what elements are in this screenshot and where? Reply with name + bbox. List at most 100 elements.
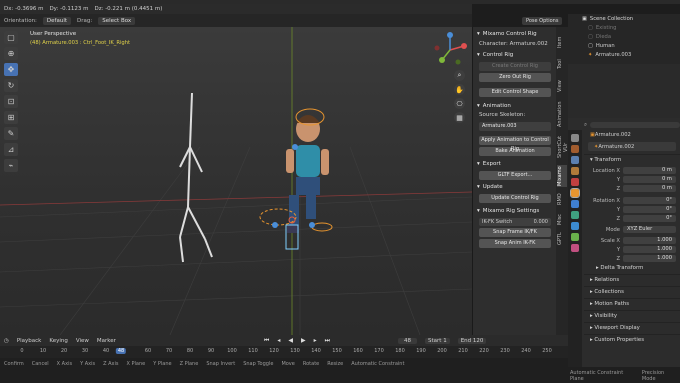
menu-playback[interactable]: Playback (17, 338, 42, 344)
scale-icon[interactable]: ⊡ (4, 95, 18, 108)
tab-mixamo[interactable]: Mixamo (557, 165, 567, 187)
create-control-rig-button[interactable]: Create Control Rig (479, 62, 551, 71)
scene-collection-row[interactable]: ▣ Scene Collection (568, 14, 680, 23)
zoom-icon[interactable]: ⌕ (454, 70, 465, 81)
rotation-y[interactable]: 0° (623, 206, 676, 213)
custom-properties-section[interactable]: ▸ Custom Properties (584, 334, 680, 346)
update-control-rig-button[interactable]: Update Control Rig (479, 194, 551, 203)
rotation-x-row[interactable]: Rotation X 0° (584, 196, 680, 205)
tab-view[interactable]: View (557, 77, 567, 95)
properties-search-field[interactable] (590, 122, 680, 128)
bone-tab-icon[interactable] (571, 244, 579, 252)
bake-animation-button[interactable]: Bake Animation (479, 147, 551, 156)
tab-gptl[interactable]: GPTL (557, 231, 567, 247)
delta-transform-section[interactable]: ▸ Delta Transform (584, 263, 680, 274)
control-rig-section[interactable]: ▾ Control Rig (473, 50, 557, 60)
location-z-row[interactable]: Z0 m (584, 184, 680, 193)
armature-skeleton[interactable] (179, 92, 213, 263)
rotation-mode-dropdown[interactable]: XYZ Euler (623, 226, 676, 233)
camera-icon[interactable]: ⎔ (454, 98, 465, 109)
select-icon[interactable]: ▢ (4, 31, 18, 44)
panel-title[interactable]: ▾ Mixamo Control Rig (473, 29, 557, 39)
end-frame-field[interactable]: End 120 (457, 337, 487, 344)
jump-end-icon[interactable]: ⏭ (325, 337, 330, 345)
pan-hand-icon[interactable]: ✋ (454, 84, 465, 95)
start-frame-field[interactable]: Start 1 (425, 337, 450, 344)
rotation-z-row[interactable]: Z 0° (584, 214, 680, 223)
source-skeleton-field[interactable]: Armature.003 (479, 122, 551, 131)
data-name-field[interactable]: ✦ Armature.002 (588, 142, 676, 151)
search-icon[interactable]: ⌕ (584, 122, 587, 129)
modifier-tab-icon[interactable] (571, 200, 579, 208)
gltf-export-button[interactable]: GLTF Export... (479, 171, 551, 180)
collections-section[interactable]: ▸ Collections (584, 286, 680, 298)
edit-control-shape-button[interactable]: Edit Control Shape (479, 88, 551, 97)
timeline-ruler[interactable]: 0 10 20 30 40 48 60 70 80 90 100 110 120… (0, 346, 568, 358)
scale-x-row[interactable]: Scale X 1.000 (584, 236, 680, 245)
cursor-icon[interactable]: ⊕ (4, 47, 18, 60)
drag-dropdown[interactable]: Select Box (98, 16, 136, 25)
grid-icon[interactable]: ▦ (454, 112, 465, 123)
export-section[interactable]: ▾ Export (473, 159, 557, 169)
snap-frame-button[interactable]: Snap Frame IK/FK (479, 228, 551, 237)
playhead[interactable]: 48 (115, 348, 127, 354)
ik-fk-switch-field[interactable]: IK-FK Switch 0.000 (479, 218, 551, 226)
rig-settings-section[interactable]: ▾ Mixamo Rig Settings (473, 206, 557, 216)
location-y[interactable]: 0 m (623, 176, 676, 183)
scale-z[interactable]: 1.000 (623, 255, 676, 262)
outliner-row-armature[interactable]: ✦ Armature.003 (568, 50, 680, 59)
apply-animation-button[interactable]: Apply Animation to Control Rig (479, 136, 551, 152)
constraint-tab-icon[interactable] (571, 222, 579, 230)
tab-animation[interactable]: Animation (557, 99, 567, 129)
pose-options-button[interactable]: Pose Options (522, 17, 563, 25)
outliner-row-dieda[interactable]: ▢ Dieda (568, 32, 680, 41)
navigation-gizmo[interactable] (432, 32, 468, 68)
play-reverse-icon[interactable]: ◀ (288, 337, 293, 344)
location-y-row[interactable]: Y0 m (584, 175, 680, 184)
data-tab-icon[interactable] (571, 233, 579, 241)
play-icon[interactable]: ▶ (301, 337, 306, 344)
animation-section[interactable]: ▾ Animation (473, 101, 557, 111)
tab-shortcut[interactable]: ShortCut VUr (557, 133, 569, 161)
location-x-row[interactable]: Location X0 m (584, 166, 680, 175)
location-z[interactable]: 0 m (623, 185, 676, 192)
outliner-row-existing[interactable]: ▢ Existing (568, 23, 680, 32)
jump-start-icon[interactable]: ⏮ (264, 337, 269, 345)
scale-y-row[interactable]: Y 1.000 (584, 245, 680, 254)
annotate-icon[interactable]: ✎ (4, 127, 18, 140)
move-icon[interactable]: ✥ (4, 63, 18, 76)
object-name-row[interactable]: ▣ Armature.002 (584, 130, 680, 139)
3d-viewport[interactable] (0, 27, 472, 335)
rotation-mode-row[interactable]: Mode XYZ Euler (584, 225, 680, 234)
scale-x[interactable]: 1.000 (623, 237, 676, 244)
object-tab-icon[interactable] (570, 188, 580, 198)
cartoon-character[interactable] (286, 115, 329, 233)
tool-tab-icon[interactable] (571, 134, 579, 142)
tab-tool[interactable]: Tool (557, 55, 567, 73)
prev-key-icon[interactable]: ◂ (277, 337, 280, 344)
scale-y[interactable]: 1.000 (623, 246, 676, 253)
rotation-x[interactable]: 0° (623, 197, 676, 204)
pose-icon[interactable]: ⌁ (4, 159, 18, 172)
motion-paths-section[interactable]: ▸ Motion Paths (584, 298, 680, 310)
tab-misc[interactable]: Misc (557, 211, 567, 227)
transform-section[interactable]: ▾ Transform (584, 154, 680, 166)
visibility-section[interactable]: ▸ Visibility (584, 310, 680, 322)
clock-icon[interactable]: ◷ (4, 338, 9, 344)
scene-tab-icon[interactable] (571, 167, 579, 175)
orientation-dropdown[interactable]: Default (42, 16, 72, 25)
measure-icon[interactable]: ⊿ (4, 143, 18, 156)
rotation-y-row[interactable]: Y 0° (584, 205, 680, 214)
scale-z-row[interactable]: Z 1.000 (584, 254, 680, 263)
location-x[interactable]: 0 m (623, 167, 676, 174)
physics-tab-icon[interactable] (571, 211, 579, 219)
transform-icon[interactable]: ⊞ (4, 111, 18, 124)
tab-rmo[interactable]: RMO (557, 191, 567, 207)
snap-anim-button[interactable]: Snap Anim IK-FK (479, 239, 551, 248)
output-tab-icon[interactable] (571, 156, 579, 164)
menu-view[interactable]: View (76, 338, 89, 344)
next-key-icon[interactable]: ▸ (314, 337, 317, 344)
zero-out-rig-button[interactable]: Zero Out Rig (479, 73, 551, 82)
render-tab-icon[interactable] (571, 145, 579, 153)
tab-item[interactable]: Item (557, 33, 567, 51)
